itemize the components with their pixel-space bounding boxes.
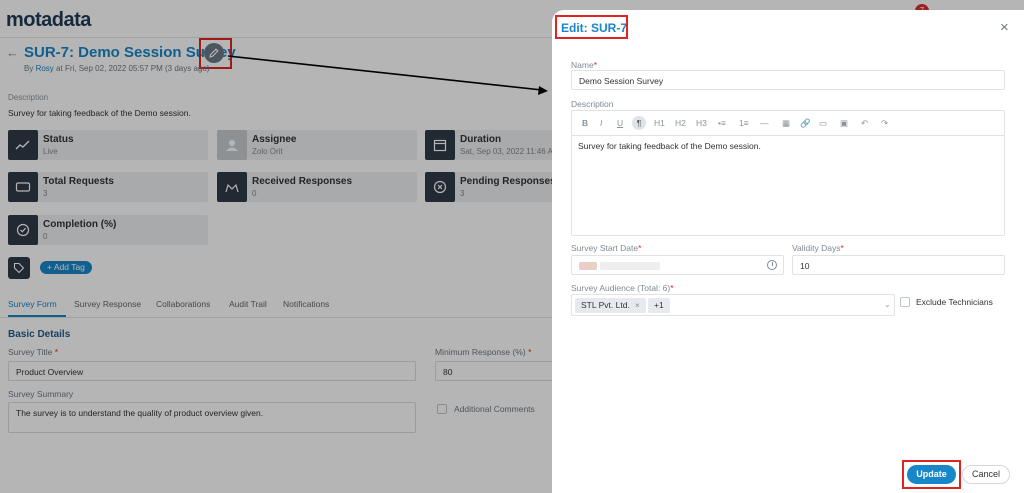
validity-days-label: Validity Days* xyxy=(792,243,844,253)
remove-chip-icon: × xyxy=(634,300,640,310)
exclude-technicians-checkbox[interactable] xyxy=(900,297,910,307)
chevron-down-icon[interactable]: ⌄ xyxy=(884,300,891,309)
clock-icon[interactable] xyxy=(767,260,777,270)
horizontal-rule-icon[interactable]: — xyxy=(760,117,769,129)
numbered-list-icon[interactable]: 1≡ xyxy=(739,117,749,129)
heading1-icon[interactable]: H1 xyxy=(654,117,665,129)
bullet-list-icon[interactable]: •≡ xyxy=(718,117,726,129)
start-date-label: Survey Start Date* xyxy=(571,243,642,253)
undo-icon[interactable]: ↶ xyxy=(861,117,868,129)
cancel-button[interactable]: Cancel xyxy=(962,465,1010,484)
underline-icon[interactable]: U xyxy=(617,117,623,129)
heading2-icon[interactable]: H2 xyxy=(675,117,686,129)
audience-more-chip[interactable]: +1 xyxy=(648,298,670,313)
edit-drawer: Edit: SUR-7 × Name* Demo Session Survey … xyxy=(552,10,1024,493)
redacted-date xyxy=(579,262,597,270)
paragraph-icon[interactable]: ¶ xyxy=(632,116,646,130)
redo-icon[interactable]: ↷ xyxy=(881,117,888,129)
heading3-icon[interactable]: H3 xyxy=(696,117,707,129)
bold-icon[interactable]: B xyxy=(582,117,588,129)
description-label: Description xyxy=(571,99,614,109)
image-icon[interactable]: ▣ xyxy=(840,117,848,129)
link-icon[interactable]: 🔗 xyxy=(800,117,811,129)
highlight-update-button xyxy=(902,460,961,489)
table-icon[interactable]: ▦ xyxy=(782,117,790,129)
audience-select[interactable]: STL Pvt. Ltd. × +1 ⌄ xyxy=(571,294,895,316)
name-label: Name* xyxy=(571,60,597,70)
audience-label: Survey Audience (Total: 6)* xyxy=(571,283,674,293)
italic-icon[interactable]: I xyxy=(600,117,602,129)
highlight-drawer-title xyxy=(555,15,628,39)
validity-days-input[interactable]: 10 xyxy=(792,255,1005,275)
editor-toolbar: B I U ¶ H1 H2 H3 •≡ 1≡ — ▦ 🔗 ▭ ▣ ↶ ↷ xyxy=(572,111,1004,136)
start-date-input[interactable] xyxy=(571,255,784,275)
exclude-technicians-label: Exclude Technicians xyxy=(916,297,993,307)
name-input[interactable]: Demo Session Survey xyxy=(571,70,1005,90)
redacted-date xyxy=(600,262,660,270)
description-content[interactable]: Survey for taking feedback of the Demo s… xyxy=(578,141,761,151)
close-icon[interactable]: × xyxy=(1000,20,1009,35)
video-icon[interactable]: ▭ xyxy=(819,117,827,129)
audience-chip[interactable]: STL Pvt. Ltd. × xyxy=(575,298,646,313)
description-editor[interactable]: B I U ¶ H1 H2 H3 •≡ 1≡ — ▦ 🔗 ▭ ▣ ↶ ↷ Sur… xyxy=(571,110,1005,236)
